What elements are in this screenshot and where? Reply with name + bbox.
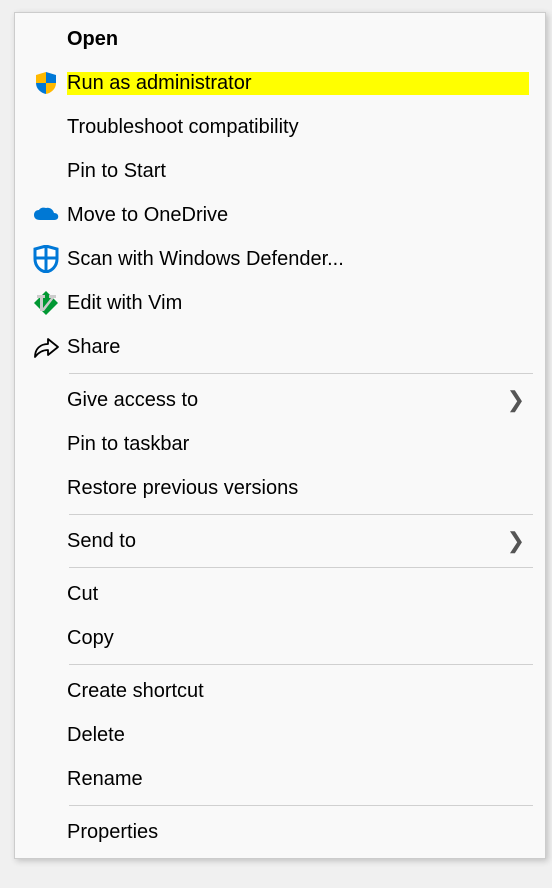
menu-label: Cut [67, 583, 529, 606]
menu-item-pin-to-start[interactable]: Pin to Start [15, 149, 545, 193]
menu-item-properties[interactable]: Properties [15, 810, 545, 854]
menu-label: Rename [67, 768, 529, 791]
chevron-right-icon: ❯ [507, 528, 529, 554]
menu-item-cut[interactable]: Cut [15, 572, 545, 616]
menu-item-edit-with-vim[interactable]: Edit with Vim [15, 281, 545, 325]
menu-label: Open [67, 28, 529, 51]
menu-item-send-to[interactable]: Send to ❯ [15, 519, 545, 563]
menu-separator [69, 373, 533, 374]
menu-label: Edit with Vim [67, 292, 529, 315]
defender-shield-icon [25, 245, 67, 273]
menu-item-restore-versions[interactable]: Restore previous versions [15, 466, 545, 510]
menu-label: Pin to taskbar [67, 433, 529, 456]
share-icon [25, 335, 67, 359]
menu-label: Share [67, 336, 529, 359]
menu-item-scan-defender[interactable]: Scan with Windows Defender... [15, 237, 545, 281]
vim-icon [25, 290, 67, 316]
menu-item-move-to-onedrive[interactable]: Move to OneDrive [15, 193, 545, 237]
menu-separator [69, 514, 533, 515]
menu-item-pin-to-taskbar[interactable]: Pin to taskbar [15, 422, 545, 466]
menu-label: Give access to [67, 389, 507, 412]
menu-label: Send to [67, 530, 507, 553]
menu-label: Restore previous versions [67, 477, 529, 500]
menu-label: Move to OneDrive [67, 204, 529, 227]
menu-item-open[interactable]: Open [15, 17, 545, 61]
menu-label: Troubleshoot compatibility [67, 116, 529, 139]
menu-separator [69, 567, 533, 568]
menu-item-create-shortcut[interactable]: Create shortcut [15, 669, 545, 713]
menu-label: Properties [67, 821, 529, 844]
menu-item-give-access-to[interactable]: Give access to ❯ [15, 378, 545, 422]
menu-label: Create shortcut [67, 680, 529, 703]
menu-item-troubleshoot-compatibility[interactable]: Troubleshoot compatibility [15, 105, 545, 149]
menu-label: Scan with Windows Defender... [67, 248, 529, 271]
menu-item-rename[interactable]: Rename [15, 757, 545, 801]
onedrive-icon [25, 206, 67, 224]
menu-label: Pin to Start [67, 160, 529, 183]
menu-separator [69, 805, 533, 806]
menu-item-run-as-administrator[interactable]: Run as administrator [15, 61, 545, 105]
menu-label: Copy [67, 627, 529, 650]
context-menu: Open Run as administrator Troubleshoot c… [14, 12, 546, 859]
menu-item-share[interactable]: Share [15, 325, 545, 369]
menu-label: Run as administrator [67, 72, 529, 95]
menu-item-copy[interactable]: Copy [15, 616, 545, 660]
menu-label: Delete [67, 724, 529, 747]
uac-shield-icon [25, 70, 67, 96]
chevron-right-icon: ❯ [507, 387, 529, 413]
menu-separator [69, 664, 533, 665]
menu-item-delete[interactable]: Delete [15, 713, 545, 757]
